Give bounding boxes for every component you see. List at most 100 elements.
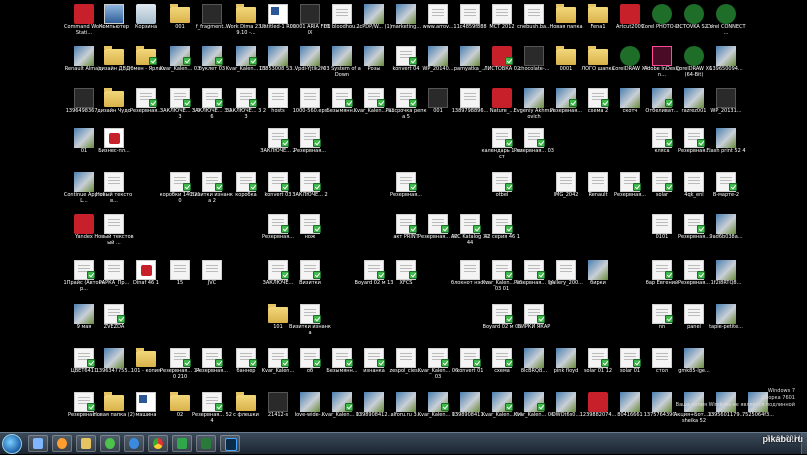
desktop-icon[interactable]: WP_20131... [708,86,744,126]
folder-file-icon [104,88,124,107]
desktop-icon[interactable]: 1f2i8RTQ8... [708,258,744,298]
shortcut-check-icon [313,359,321,367]
shortcut-check-icon [249,183,257,191]
desktop-icon-label: 1f2i8RTQ8... [710,280,742,286]
desktop-icon[interactable]: JVC [194,258,230,298]
shortcut-check-icon [249,57,257,65]
shortcut-check-icon [409,99,417,107]
cdr-file-icon [684,46,704,66]
pc-file-icon [104,4,124,24]
img-file-icon [268,46,288,66]
shortcut-check-icon [665,139,673,147]
cdr-file-icon [684,4,704,24]
desktop-icon[interactable]: XFCS [388,258,424,298]
dark-file-icon [268,392,288,412]
folder-file-icon [268,304,288,323]
shortcut-check-icon [281,359,289,367]
img-file-icon [364,4,384,24]
shortcut-check-icon [345,359,353,367]
img-file-icon [620,88,640,108]
taskbar-app-green-b[interactable] [196,435,216,452]
desktop-icon[interactable]: gmk85-lge... [676,346,712,386]
desktop-icon[interactable]: Бизнес-пл... [96,126,132,166]
doc-file-icon [202,260,222,280]
img-file-icon [460,46,480,66]
desktop-icon-label: WP_20131... [710,108,742,114]
taskbar-app-green-a[interactable] [172,435,192,452]
shortcut-check-icon [441,225,449,233]
desktop-icon-label: Резервная... 03 [513,148,554,154]
desktop-icon[interactable]: Corel CONNECT ... [706,2,746,42]
desktop-icon-label: 139650094... [709,66,743,72]
folder-file-icon [236,392,256,411]
id-file-icon [652,46,672,66]
watermark-line-1: Windows 7 [767,388,795,394]
desktop-icon[interactable]: Резервная... [292,126,328,166]
shortcut-check-icon [409,271,417,279]
pdf-file-icon [136,260,156,280]
folder-file-icon [104,392,124,411]
img-file-icon [716,304,736,324]
img-file-icon [556,348,576,368]
img-file-icon [300,392,320,412]
taskbar-app-explorer[interactable] [28,435,48,452]
shortcut-check-icon [215,183,223,191]
doc-file-icon [332,4,352,24]
folder-file-icon [136,348,156,367]
taskbar-app-chat[interactable] [100,435,120,452]
red-file-icon [74,4,94,24]
doc-file-icon [460,88,480,108]
desktop-icon[interactable]: ZVEZDA [96,302,132,342]
img-file-icon [716,128,736,148]
shortcut-check-icon [665,99,673,107]
shortcut-check-icon [117,315,125,323]
taskbar-app-folder[interactable] [76,435,96,452]
desktop-icon[interactable]: ЗАКЛЮЧЕ... 2 [292,170,328,210]
img-file-icon [396,392,416,412]
desktop-icon[interactable]: 9ad6b038a... [708,212,744,252]
desktop-icon[interactable]: бирки [580,258,616,298]
taskbar-app-ie[interactable] [124,435,144,452]
desktop-icon[interactable]: Flash print 52 4 [706,126,746,166]
img-file-icon [524,88,544,108]
desktop-icon[interactable]: 139650094... [708,44,744,84]
doc-file-icon [684,304,704,324]
shortcut-check-icon [377,99,385,107]
desktop-icon[interactable]: 42 серия 46 1 [484,212,520,252]
shortcut-check-icon [377,271,385,279]
desktop-icon[interactable]: Визитки [292,258,328,298]
desktop-icon[interactable]: Новый текстовый ... [94,212,134,252]
desktop-icon[interactable]: tapie-petite... [708,302,744,342]
start-button[interactable] [2,434,22,454]
desktop-icon[interactable]: otbel [484,170,520,210]
desktop-icon[interactable]: Новый текстов... [96,170,132,210]
desktop-icon-label: Новый текстовый ... [94,234,134,246]
taskbar-app-photoshop[interactable] [220,435,240,452]
desktop-icon[interactable]: нож [292,212,328,252]
watermark-line-2: Сборка 7601 [761,395,795,401]
img-file-icon [716,214,736,234]
shortcut-check-icon [729,183,737,191]
red-file-icon [588,392,608,412]
desktop-icon[interactable]: Резервная... [388,170,424,210]
doc-file-icon [556,260,576,280]
desktop-icon[interactable]: Визитки изнанка [289,302,331,342]
desktop-icon[interactable]: Резервная... 03 [513,126,554,166]
doc-file-icon [556,172,576,192]
shortcut-check-icon [505,225,513,233]
pdf-file-icon [104,128,124,148]
desktop-icon[interactable]: В-марте-2 [708,170,744,210]
desktop-icon[interactable]: БИРКИ ЯКАР [516,302,552,342]
desktop-icon-label: 42 серия 46 1 [484,234,520,240]
taskbar-app-media[interactable] [52,435,72,452]
desktop-icon-label: Flash print 52 4 [706,148,746,154]
desktop-icon-label: БИРКИ ЯКАР [517,324,551,330]
shortcut-check-icon [409,183,417,191]
doc-file-icon [684,172,704,192]
img-file-icon [716,46,736,66]
taskbar-app-chrome[interactable] [148,435,168,452]
doc-file-icon [492,4,512,24]
desktop[interactable]: Command WorkStati... Компьютер Корзина 001 f… [0,0,807,432]
shortcut-check-icon [665,271,673,279]
img-file-icon [74,128,94,148]
